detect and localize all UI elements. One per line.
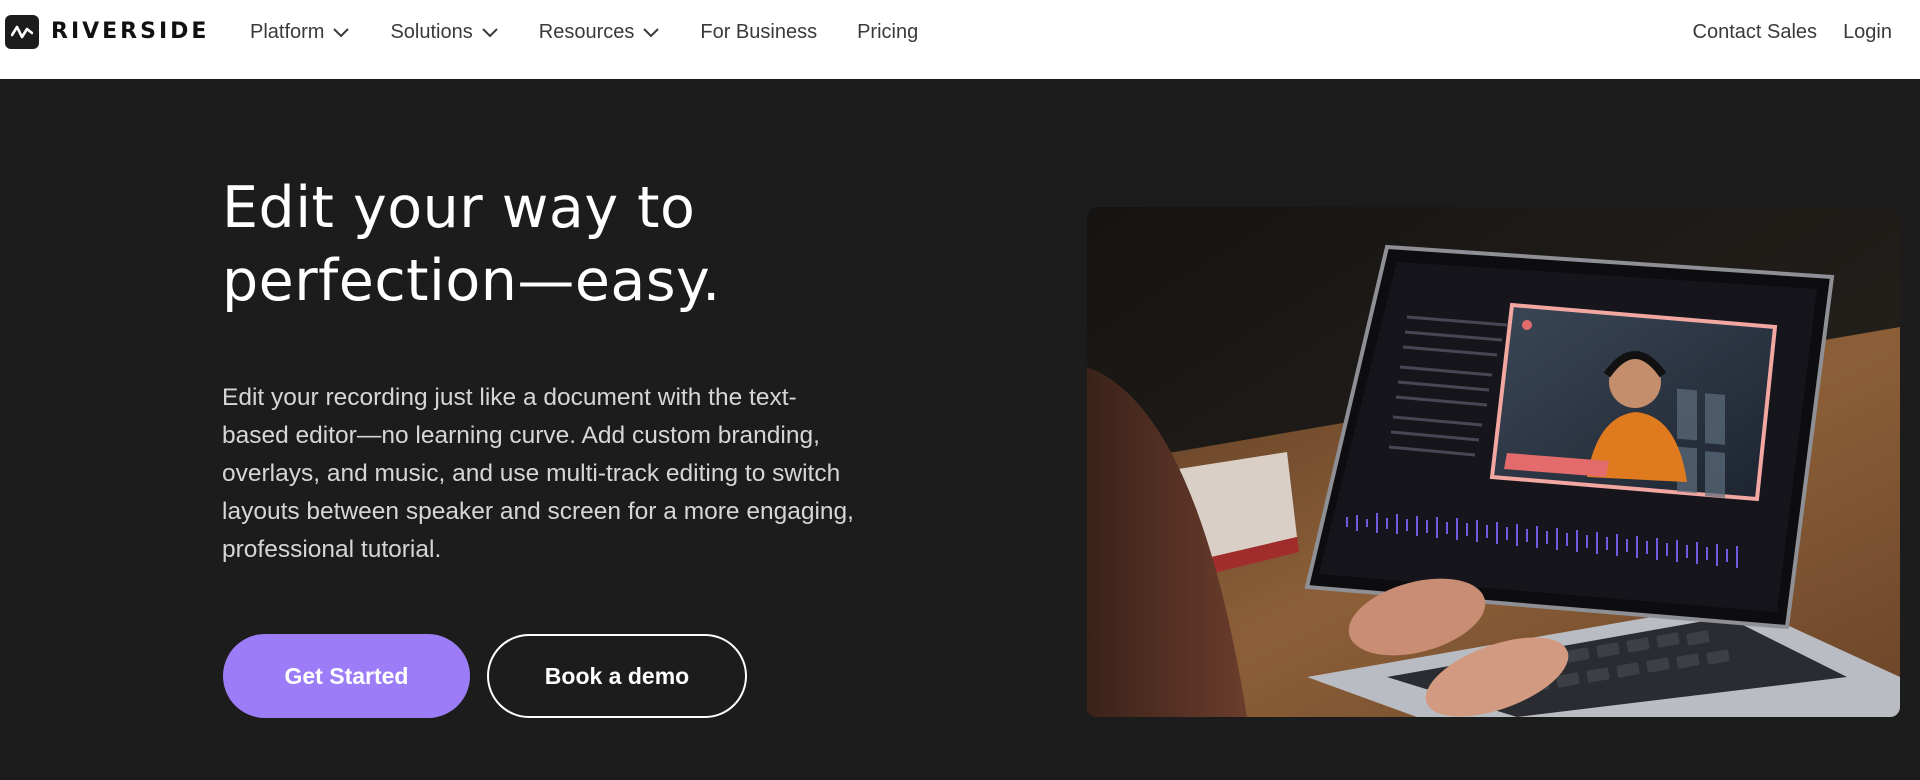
brand-logo[interactable]: RIVERSIDE [5, 14, 209, 49]
hero-title-line-1: Edit your way to [222, 175, 696, 241]
top-navigation: RIVERSIDE Platform Solutions Resources F… [0, 0, 1920, 79]
nav-item-for-business[interactable]: For Business [700, 21, 817, 44]
brand-name: RIVERSIDE [51, 19, 210, 44]
contact-sales-link[interactable]: Contact Sales [1693, 21, 1818, 44]
waveform-icon [5, 14, 39, 49]
get-started-button[interactable]: Get Started [223, 634, 470, 718]
book-demo-button[interactable]: Book a demo [487, 634, 747, 718]
login-link[interactable]: Login [1843, 21, 1892, 44]
nav-item-pricing[interactable]: Pricing [857, 21, 918, 44]
main-menu: Platform Solutions Resources For Busines… [250, 0, 958, 64]
nav-item-label: Resources [538, 20, 635, 43]
nav-item-resources[interactable]: Resources [539, 21, 661, 44]
chevron-down-icon [642, 26, 660, 38]
nav-item-label: Pricing [857, 20, 919, 43]
nav-item-label: For Business [700, 20, 818, 43]
laptop-editor-photo [1087, 207, 1900, 717]
hero-title-line-2: perfection—easy. [222, 248, 721, 314]
hero-image [1087, 207, 1900, 717]
nav-item-label: Platform [250, 20, 325, 43]
hero-title: Edit your way to perfection—easy. [222, 172, 922, 318]
chevron-down-icon [332, 26, 350, 38]
hero-description: Edit your recording just like a document… [222, 384, 854, 563]
nav-item-solutions[interactable]: Solutions [390, 21, 498, 44]
chevron-down-icon [481, 26, 499, 38]
nav-actions: Contact Sales Login [1667, 0, 1892, 64]
nav-item-platform[interactable]: Platform [250, 21, 350, 44]
nav-item-label: Solutions [390, 20, 473, 43]
